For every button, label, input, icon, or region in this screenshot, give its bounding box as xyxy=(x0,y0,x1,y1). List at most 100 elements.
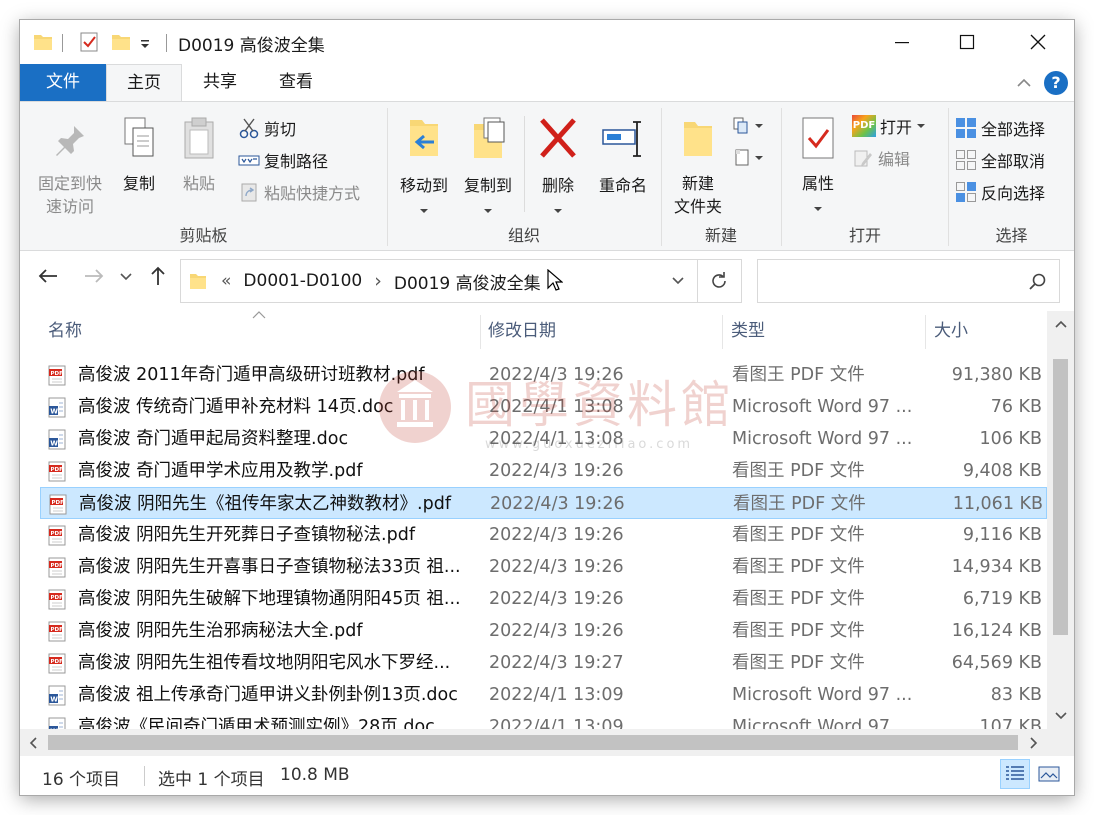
edit-button[interactable]: 编辑 xyxy=(852,144,910,172)
search-input[interactable] xyxy=(757,259,1060,303)
pin-label-line2: 速访问 xyxy=(45,197,94,216)
file-date: 2022/4/1 13:08 xyxy=(489,429,624,449)
file-row[interactable]: W 高俊波 奇门遁甲起局资料整理.doc 2022/4/1 13:08 Microso… xyxy=(40,423,1047,455)
easy-access-icon xyxy=(735,149,749,166)
tab-file[interactable]: 文件 xyxy=(20,64,106,101)
select-all-button[interactable]: 全部选择 xyxy=(955,114,1045,142)
breadcrumb-separator: › xyxy=(374,270,382,292)
column-header-type[interactable]: 类型 xyxy=(723,311,925,351)
minimize-button[interactable] xyxy=(870,20,934,64)
open-group: 属性 PDF 打开 编辑 打开 xyxy=(782,102,948,250)
tab-view[interactable]: 查看 xyxy=(258,64,334,101)
details-view-button[interactable] xyxy=(1000,759,1030,789)
copy-path-button[interactable]: 复制路径 xyxy=(238,146,328,174)
file-date: 2022/4/3 19:26 xyxy=(489,621,624,641)
file-row[interactable]: PDF 高俊波 阴阳先生祖传看坟地阴阳宅风水下罗经... 2022/4/3 19:2… xyxy=(40,647,1047,679)
vertical-scroll-thumb[interactable] xyxy=(1053,359,1068,635)
file-row[interactable]: PDF 高俊波 阴阳先生开死葬日子查镇物秘法.pdf 2022/4/3 19:26 看… xyxy=(40,519,1047,551)
item-count: 16 个项目 xyxy=(42,770,121,790)
column-header-date[interactable]: 修改日期 xyxy=(480,311,722,351)
window-title: D0019 高俊波全集 xyxy=(178,36,325,56)
new-item-button[interactable] xyxy=(732,112,764,140)
selection-size: 10.8 MB xyxy=(280,765,350,785)
file-type: Microsoft Word 97 ... xyxy=(732,717,913,729)
address-dropdown-icon[interactable] xyxy=(671,275,685,287)
new-folder-icon[interactable] xyxy=(110,31,132,53)
horizontal-scroll-thumb[interactable] xyxy=(48,735,1018,750)
horizontal-scrollbar[interactable] xyxy=(20,729,1047,756)
column-header-name[interactable]: 名称 xyxy=(40,311,480,351)
pin-label-line1: 固定到快 xyxy=(37,174,102,193)
file-row[interactable]: W 高俊波《民间奇门遁甲术预测实例》28页.doc 2022/4/1 13:09 Mi… xyxy=(40,711,1047,729)
maximize-button[interactable] xyxy=(935,20,999,64)
file-row[interactable]: W 高俊波 传统奇门遁甲补充材料 14页.doc 2022/4/1 13:08 Mic… xyxy=(40,391,1047,423)
pdf-file-icon: PDF xyxy=(48,653,66,674)
move-to-button[interactable]: 移动到 xyxy=(392,114,456,220)
file-row[interactable]: PDF 高俊波 阴阳先生破解下地理镇物通阴阳45页 祖... 2022/4/3 19… xyxy=(40,583,1047,615)
explorer-window: D0019 高俊波全集 文件 主页 共享 查看 ? 固定到快 速访问 复制 粘贴… xyxy=(20,20,1074,795)
recent-locations-button[interactable] xyxy=(116,265,136,293)
file-name: 高俊波 阴阳先生治邪病秘法大全.pdf xyxy=(78,621,363,641)
file-row[interactable]: PDF 高俊波 2011年奇门遁甲高级研讨班教材.pdf 2022/4/3 19:2… xyxy=(40,359,1047,391)
svg-text:PDF: PDF xyxy=(51,659,64,665)
copy-to-label: 复制到 xyxy=(463,176,512,195)
properties-button[interactable]: 属性 xyxy=(792,114,844,218)
select-none-button[interactable]: 全部取消 xyxy=(955,146,1045,174)
delete-button[interactable]: 删除 xyxy=(530,114,586,220)
cut-button[interactable]: 剪切 xyxy=(238,114,296,142)
invert-selection-button[interactable]: 反向选择 xyxy=(955,178,1045,206)
word-file-icon: W xyxy=(48,397,66,418)
scroll-right-icon[interactable] xyxy=(1029,736,1039,750)
tab-share[interactable]: 共享 xyxy=(182,64,258,101)
help-icon[interactable]: ? xyxy=(1044,71,1068,95)
open-button[interactable]: PDF 打开 xyxy=(852,112,926,140)
paste-shortcut-button[interactable]: 粘贴快捷方式 xyxy=(238,178,360,206)
new-folder-button[interactable]: 新建 文件夹 xyxy=(666,114,730,218)
clipboard-group: 固定到快 速访问 复制 粘贴 剪切 复制路径 粘贴快捷方式 剪贴板 xyxy=(20,102,387,250)
scrollbar-corner xyxy=(1047,729,1074,756)
column-header-size[interactable]: 大小 xyxy=(926,311,1046,351)
scroll-down-icon[interactable] xyxy=(1054,711,1068,721)
file-row[interactable]: PDF 高俊波 阴阳先生《祖传年家太乙神数教材》.pdf 2022/4/3 19:2… xyxy=(40,487,1047,519)
new-group: 新建 文件夹 新建 xyxy=(662,102,780,250)
vertical-scrollbar[interactable] xyxy=(1047,311,1074,729)
breadcrumb-item[interactable]: D0001-D0100 xyxy=(243,271,362,291)
copy-button[interactable]: 复制 xyxy=(114,114,164,195)
forward-button[interactable] xyxy=(80,265,108,293)
refresh-button[interactable] xyxy=(697,259,742,303)
copy-label: 复制 xyxy=(122,174,155,193)
file-date: 2022/4/3 19:27 xyxy=(489,653,624,673)
copy-to-button[interactable]: 复制到 xyxy=(456,114,520,220)
collapse-ribbon-icon[interactable] xyxy=(1016,76,1032,88)
up-button[interactable] xyxy=(144,265,172,293)
pdf-file-icon: PDF xyxy=(48,461,66,482)
file-row[interactable]: PDF 高俊波 阴阳先生开喜事日子查镇物秘法33页 祖... 2022/4/3 19… xyxy=(40,551,1047,583)
file-date: 2022/4/3 19:26 xyxy=(489,525,624,545)
pin-icon xyxy=(56,126,84,156)
breadcrumb-item[interactable]: D0019 高俊波全集 xyxy=(394,269,541,294)
file-row[interactable]: PDF 高俊波 奇门遁甲学术应用及教学.pdf 2022/4/3 19:26 看图王 … xyxy=(40,455,1047,487)
scroll-up-icon[interactable] xyxy=(1054,319,1068,329)
paste-button[interactable]: 粘贴 xyxy=(174,114,224,195)
scissors-icon xyxy=(239,118,259,139)
easy-access-button[interactable] xyxy=(732,144,764,172)
svg-text:PDF: PDF xyxy=(52,500,65,506)
scroll-left-icon[interactable] xyxy=(28,736,38,750)
file-name: 高俊波 传统奇门遁甲补充材料 14页.doc xyxy=(78,397,394,417)
large-icons-view-button[interactable] xyxy=(1034,759,1064,789)
back-button[interactable] xyxy=(34,265,62,293)
organize-separator xyxy=(524,116,525,212)
paste-label: 粘贴 xyxy=(182,174,215,193)
file-row[interactable]: W 高俊波 祖上传承奇门遁甲讲义卦例卦例13页.doc 2022/4/1 13:09… xyxy=(40,679,1047,711)
tab-home[interactable]: 主页 xyxy=(106,64,182,101)
file-name: 高俊波 阴阳先生《祖传年家太乙神数教材》.pdf xyxy=(79,494,452,514)
breadcrumb-overflow[interactable]: « xyxy=(221,271,231,291)
rename-button[interactable]: 重命名 xyxy=(590,114,656,197)
properties-check-icon[interactable] xyxy=(78,31,100,53)
pin-to-quick-access-button[interactable]: 固定到快 速访问 xyxy=(28,122,112,218)
file-row[interactable]: PDF 高俊波 阴阳先生治邪病秘法大全.pdf 2022/4/3 19:26 看图王 … xyxy=(40,615,1047,647)
svg-text:PDF: PDF xyxy=(51,371,64,377)
customize-quick-access-icon[interactable] xyxy=(138,31,152,53)
close-button[interactable] xyxy=(1006,20,1070,64)
address-bar[interactable]: « D0001-D0100 › D0019 高俊波全集 xyxy=(180,259,698,303)
